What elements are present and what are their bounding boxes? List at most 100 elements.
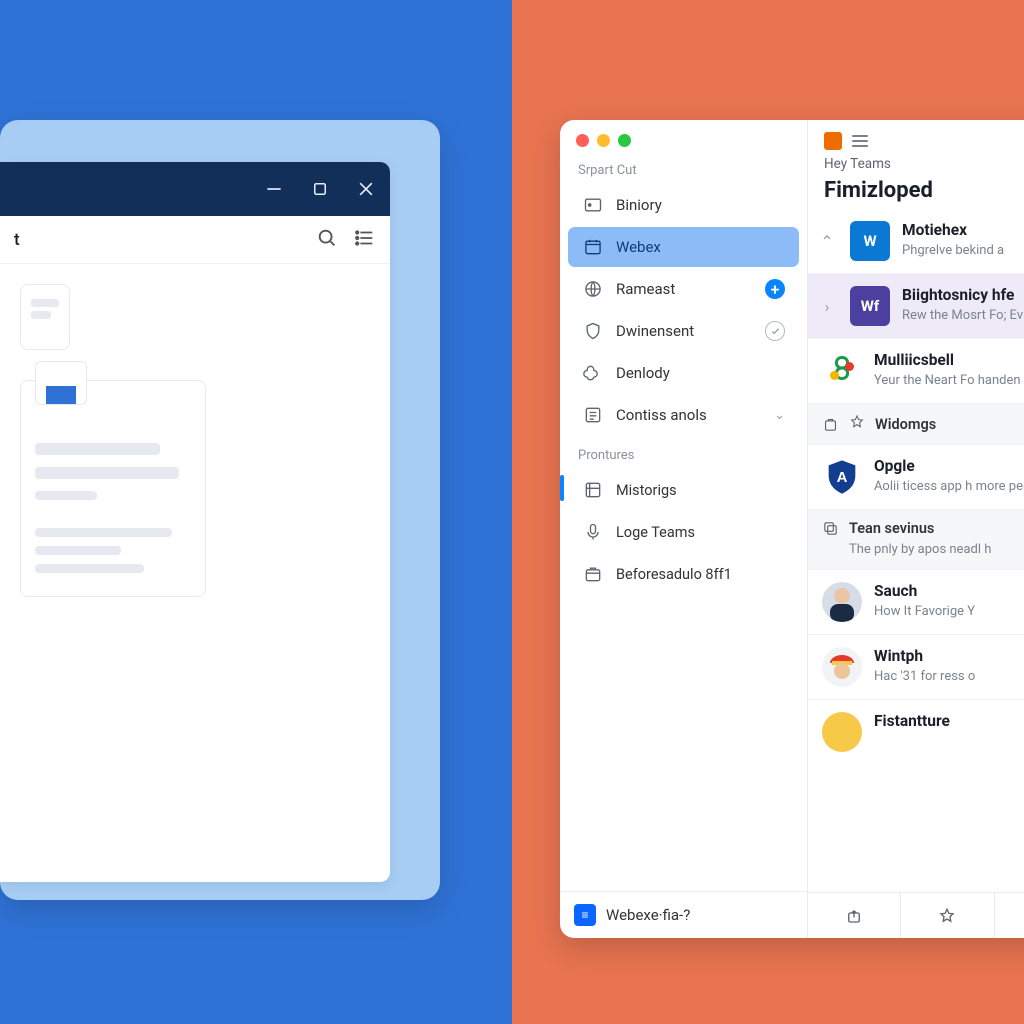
app-badge-icon <box>824 132 842 150</box>
sidebar-item-mistorigs[interactable]: Mistorigs <box>568 470 799 510</box>
app-logo-icon: ≡ <box>574 904 596 926</box>
shield-icon <box>582 320 604 342</box>
feed-section[interactable]: Widomgs <box>808 403 1024 444</box>
search-icon[interactable] <box>316 227 338 253</box>
calendar-icon <box>582 236 604 258</box>
traffic-lights <box>560 120 807 151</box>
page-title: Fimizloped <box>824 178 1024 203</box>
sidebar-item-label: Rameast <box>616 280 753 298</box>
feed-item[interactable]: ⌃ W Motiehex Phgrelve bekind a <box>808 209 1024 273</box>
sidebar-item-webex[interactable]: Webex <box>568 227 799 267</box>
sidebar-item-denlody[interactable]: Denlody <box>568 353 799 393</box>
avatar <box>822 647 862 687</box>
sidebar-section-label: Srpart Cut <box>560 151 807 184</box>
feed-person[interactable]: Fistantture <box>808 699 1024 764</box>
feed-person[interactable]: Sauch How It Favorige Y <box>808 569 1024 634</box>
sidebar: Srpart Cut Biniory Webex Rameast + D <box>560 120 808 938</box>
mac-close-button[interactable] <box>576 134 589 147</box>
word-f-icon: Wf <box>850 286 890 326</box>
left-window: t <box>0 120 440 900</box>
sidebar-item-loge-teams[interactable]: Loge Teams <box>568 512 799 552</box>
hamburger-icon[interactable] <box>852 135 868 147</box>
toolbar-upload[interactable] <box>808 893 900 938</box>
mac-zoom-button[interactable] <box>618 134 631 147</box>
avatar <box>822 712 862 752</box>
archive-icon <box>582 479 604 501</box>
package-icon <box>582 563 604 585</box>
maximize-button[interactable] <box>310 179 330 199</box>
feed-person[interactable]: Wintph Hac '31 for ress o <box>808 634 1024 699</box>
feed-title: Opgle <box>874 457 1024 475</box>
list-icon[interactable] <box>354 227 376 253</box>
plus-badge[interactable]: + <box>765 279 785 299</box>
feed-title: Wintph <box>874 647 975 665</box>
section-sub: The pnly by apos neadl h <box>822 541 1024 559</box>
section-title: Widomgs <box>875 416 936 433</box>
left-body <box>0 264 390 617</box>
copy-icon <box>822 520 839 537</box>
sidebar-footer-label: Webexe·fia-? <box>606 906 690 924</box>
feed-section[interactable]: Tean sevinus The pnly by apos neadl h <box>808 509 1024 569</box>
brain-icon <box>582 362 604 384</box>
sidebar-footer[interactable]: ≡ Webexe·fia-? <box>560 891 807 938</box>
feed-item[interactable]: A Opgle Aolii ticess app h more per, did… <box>808 444 1024 509</box>
sidebar-item-label: Contiss anols <box>616 406 760 424</box>
colorful-icon <box>822 351 862 391</box>
chevron-down-icon: ⌄ <box>772 408 785 423</box>
chevron-right-icon[interactable]: › <box>816 286 838 326</box>
main-header: Hey Teams Fimizloped <box>808 120 1024 209</box>
sidebar-accent <box>560 475 564 501</box>
sidebar-item-label: Biniory <box>616 196 785 214</box>
feed-sub: Rew the Mosrt Fo; Evileds to the ag <box>902 307 1024 325</box>
thumbnail-icon <box>35 361 87 405</box>
section-title: Tean sevinus <box>849 520 934 537</box>
placeholder-card <box>20 284 70 350</box>
feed-title: Motiehex <box>902 221 1004 239</box>
sidebar-section-label-2: Prontures <box>560 436 807 469</box>
sidebar-item-beforesadulo[interactable]: Beforesadulo 8ff1 <box>568 554 799 594</box>
close-button[interactable] <box>356 179 376 199</box>
feed-item[interactable]: › Wf Biightosnicy hfe Rew the Mosrt Fo; … <box>808 273 1024 338</box>
minimize-button[interactable] <box>264 179 284 199</box>
sidebar-item-rameast[interactable]: Rameast + <box>568 269 799 309</box>
titlebar <box>0 162 390 216</box>
sidebar-item-biniory[interactable]: Biniory <box>568 185 799 225</box>
mac-minimize-button[interactable] <box>597 134 610 147</box>
sidebar-item-label: Mistorigs <box>616 482 785 499</box>
feed-sub: Phgrelve bekind a <box>902 242 1004 260</box>
sidebar-item-label: Denlody <box>616 364 785 382</box>
sidebar-item-label: Beforesadulo 8ff1 <box>616 566 785 583</box>
sidebar-item-label: Loge Teams <box>616 524 785 541</box>
feed-title: Biightosnicy hfe <box>902 286 1024 304</box>
microphone-icon <box>582 521 604 543</box>
placeholder-panel <box>20 380 206 597</box>
bag-icon <box>822 416 839 433</box>
feed-sub: Hac '31 for ress o <box>874 668 975 686</box>
left-title: t <box>14 230 300 250</box>
sidebar-item-label: Webex <box>616 238 785 256</box>
toolbar-star[interactable] <box>900 893 993 938</box>
star-icon <box>849 414 865 434</box>
feed-title: Sauch <box>874 582 975 600</box>
sidebar-item-contiss[interactable]: Contiss anols ⌄ <box>568 395 799 435</box>
sidebar-item-label: Dwinensent <box>616 322 753 340</box>
feed-sub: Yeur the Neart Fo handen ised cron <box>874 372 1024 390</box>
right-app: Srpart Cut Biniory Webex Rameast + D <box>560 120 1024 938</box>
shield-a-icon: A <box>822 457 862 497</box>
sidebar-item-dwinensent[interactable]: Dwinensent <box>568 311 799 351</box>
feed-title: Mulliicsbell <box>874 351 1024 369</box>
feed-title: Fistantture <box>874 712 950 730</box>
feed-sub: Aolii ticess app h more per, diderde <box>874 478 1024 496</box>
feed: ⌃ W Motiehex Phgrelve bekind a › Wf Biig… <box>808 209 1024 892</box>
globe-icon <box>582 278 604 300</box>
toolbar-next[interactable] <box>994 893 1024 938</box>
avatar <box>822 582 862 622</box>
feed-sub: How It Favorige Y <box>874 603 975 621</box>
chevron-up-icon[interactable]: ⌃ <box>816 221 838 261</box>
svg-text:A: A <box>837 469 848 486</box>
list-icon <box>582 404 604 426</box>
card-icon <box>582 194 604 216</box>
feed-item[interactable]: Mulliicsbell Yeur the Neart Fo handen is… <box>808 338 1024 403</box>
bottom-toolbar <box>808 892 1024 938</box>
word-icon: W <box>850 221 890 261</box>
